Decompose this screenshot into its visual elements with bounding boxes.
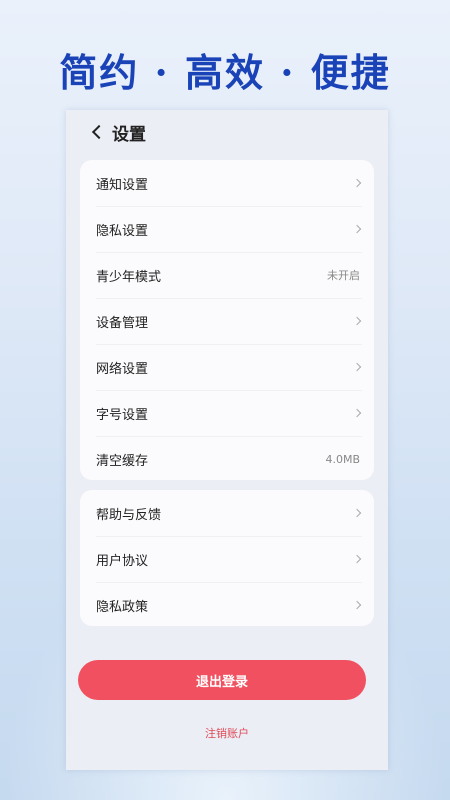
row-label: 青少年模式 xyxy=(96,269,162,285)
logout-button[interactable]: 退出登录 xyxy=(78,660,366,700)
phone-screen: 设置 通知设置 隐私设置 青少年模式 未开启 设备管理 网络设置 字号设置 清空… xyxy=(66,110,388,770)
settings-card-main: 通知设置 隐私设置 青少年模式 未开启 设备管理 网络设置 字号设置 清空缓存 … xyxy=(80,160,374,480)
row-label: 用户协议 xyxy=(96,553,149,569)
settings-row-help-feedback[interactable]: 帮助与反馈 xyxy=(80,490,374,536)
row-label: 设备管理 xyxy=(96,315,149,331)
settings-row-font-size[interactable]: 字号设置 xyxy=(80,390,374,436)
settings-row-teen-mode[interactable]: 青少年模式 未开启 xyxy=(80,252,374,298)
chevron-right-icon xyxy=(352,600,362,610)
row-value: 未开启 xyxy=(327,269,360,282)
row-value: 4.0MB xyxy=(325,452,360,466)
settings-row-privacy-policy[interactable]: 隐私政策 xyxy=(80,582,374,626)
back-arrow-icon[interactable] xyxy=(91,124,107,140)
settings-row-notification[interactable]: 通知设置 xyxy=(80,160,374,206)
chevron-right-icon xyxy=(352,554,362,564)
settings-card-secondary: 帮助与反馈 用户协议 隐私政策 xyxy=(80,490,374,626)
chevron-right-icon xyxy=(352,224,362,234)
settings-row-clear-cache[interactable]: 清空缓存 4.0MB xyxy=(80,436,374,480)
row-label: 网络设置 xyxy=(96,361,149,377)
settings-row-privacy[interactable]: 隐私设置 xyxy=(80,206,374,252)
cancel-account-link[interactable]: 注销账户 xyxy=(66,725,388,741)
headline: 简约 · 高效 · 便捷 xyxy=(59,50,391,95)
row-label: 通知设置 xyxy=(96,177,149,193)
page-title: 设置 xyxy=(112,124,146,145)
chevron-right-icon xyxy=(352,178,362,188)
row-label: 清空缓存 xyxy=(96,453,149,469)
row-label: 隐私设置 xyxy=(96,223,149,239)
chevron-right-icon xyxy=(352,408,362,418)
settings-row-network[interactable]: 网络设置 xyxy=(80,344,374,390)
row-label: 隐私政策 xyxy=(96,599,149,615)
row-label: 字号设置 xyxy=(96,407,149,423)
settings-row-device-management[interactable]: 设备管理 xyxy=(80,298,374,344)
settings-row-user-agreement[interactable]: 用户协议 xyxy=(80,536,374,582)
chevron-right-icon xyxy=(352,362,362,372)
chevron-right-icon xyxy=(352,316,362,326)
nav-bar: 设置 xyxy=(90,120,146,145)
row-label: 帮助与反馈 xyxy=(96,507,162,523)
chevron-right-icon xyxy=(352,508,362,518)
